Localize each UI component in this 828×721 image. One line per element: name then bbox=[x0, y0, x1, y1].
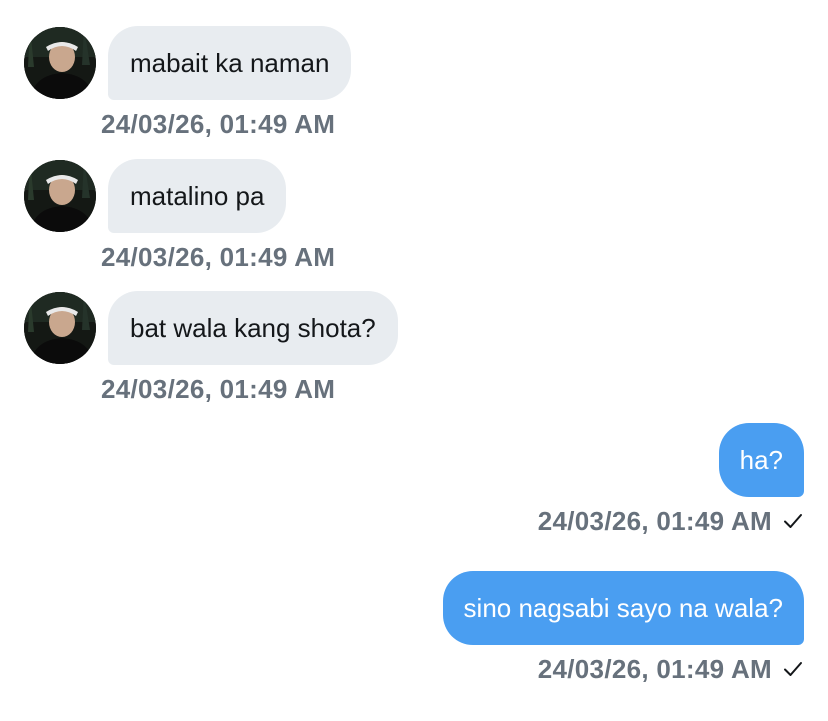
message-timestamp: 24/03/26, 01:49 AM bbox=[537, 505, 772, 536]
avatar[interactable] bbox=[24, 27, 96, 99]
message-bubble[interactable]: mabait ka naman bbox=[108, 26, 352, 100]
message-meta: 24/03/26, 01:49 AM bbox=[538, 505, 804, 537]
message-timestamp: 24/03/26, 01:49 AM bbox=[101, 109, 336, 139]
checkmark-icon bbox=[782, 658, 804, 680]
message-bubble[interactable]: matalino pa bbox=[108, 159, 287, 233]
checkmark-icon bbox=[782, 510, 804, 532]
message-bubble[interactable]: ha? bbox=[718, 423, 804, 497]
avatar[interactable] bbox=[24, 160, 96, 232]
message-timestamp: 24/03/26, 01:49 AM bbox=[101, 374, 336, 404]
message-bubble[interactable]: bat wala kang shota? bbox=[108, 291, 398, 365]
avatar[interactable] bbox=[24, 292, 96, 364]
message-timestamp: 24/03/26, 01:49 AM bbox=[537, 653, 772, 684]
message-bubble[interactable]: sino nagsabi sayo na wala? bbox=[442, 571, 804, 645]
message-meta: 24/03/26, 01:49 AM bbox=[538, 653, 804, 685]
message-timestamp: 24/03/26, 01:49 AM bbox=[101, 242, 336, 272]
message-thread: mabait ka naman 24/03/26, 01:49 AM matal… bbox=[0, 0, 828, 721]
